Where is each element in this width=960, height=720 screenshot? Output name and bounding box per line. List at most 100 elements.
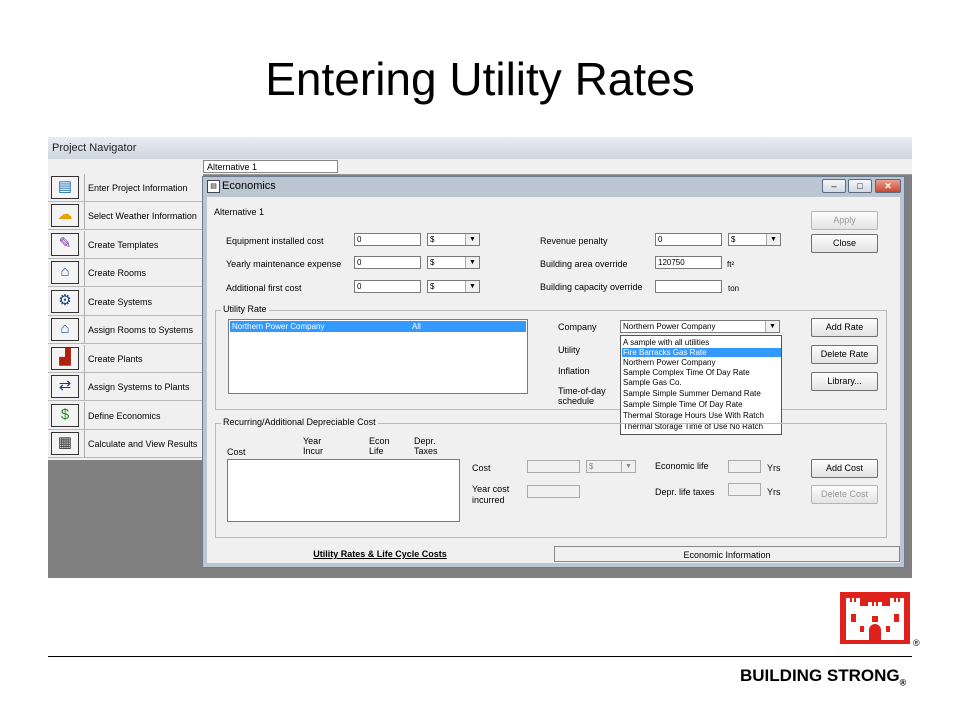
dropdown-option[interactable]: Thermal Storage Hours Use With Ratch — [622, 411, 781, 420]
sidebar-item-label: Define Economics — [88, 411, 161, 421]
delete-cost-button[interactable]: Delete Cost — [811, 485, 878, 504]
dropdown-option-highlighted[interactable]: Fire Barracks Gas Rate — [622, 348, 781, 357]
footer-divider — [48, 656, 912, 657]
sidebar-item-calculate[interactable]: ▦ Calculate and View Results — [48, 430, 203, 458]
year-cost-field[interactable] — [527, 485, 580, 498]
usace-castle-logo — [840, 592, 910, 644]
sidebar-item-label: Calculate and View Results — [88, 439, 198, 449]
delete-rate-button[interactable]: Delete Rate — [811, 345, 878, 364]
library-button[interactable]: Library... — [811, 372, 878, 391]
revenue-penalty-label: Revenue penalty — [540, 236, 608, 246]
sidebar-item-assign-rooms[interactable]: ⌂ Assign Rooms to Systems — [48, 316, 203, 344]
cost-unit-value: $ — [589, 462, 594, 471]
economics-icon: $ — [51, 404, 79, 427]
window-close-button[interactable]: ✕ — [875, 179, 901, 193]
company-value: Northern Power Company — [623, 322, 716, 331]
area-override-label: Building area override — [540, 259, 628, 269]
cost-field[interactable] — [527, 460, 580, 473]
chevron-down-icon: ▼ — [465, 234, 479, 245]
revenue-unit-value: $ — [731, 235, 736, 244]
maximize-button[interactable]: □ — [848, 179, 872, 193]
sidebar-item-label: Select Weather Information — [88, 211, 197, 221]
depr-life-unit: Yrs — [767, 487, 781, 497]
col-depr-taxes: Depr. Taxes — [414, 436, 438, 456]
alternative-label: Alternative 1 — [214, 207, 265, 217]
area-unit: ft² — [727, 260, 735, 269]
tab-economic-information[interactable]: Economic Information — [554, 546, 900, 562]
revenue-unit-select[interactable]: $ ▼ — [728, 233, 781, 246]
minimize-button[interactable]: ‒ — [822, 179, 846, 193]
chevron-down-icon: ▼ — [621, 461, 635, 472]
economic-life-field[interactable] — [728, 460, 761, 473]
dropdown-option[interactable]: Northern Power Company — [622, 358, 781, 367]
sidebar-item-label: Create Plants — [88, 354, 143, 364]
add-cost-button[interactable]: Add Cost — [811, 459, 878, 478]
sidebar-item-rooms[interactable]: ⌂ Create Rooms — [48, 259, 203, 287]
dropdown-option[interactable]: A sample with all utilities — [622, 338, 781, 347]
col-year-line1: Year — [303, 436, 322, 446]
economic-life-unit: Yrs — [767, 463, 781, 473]
calculator-icon: ▦ — [51, 432, 79, 455]
tod-label-line1: Time-of-day — [558, 386, 606, 396]
dropdown-option[interactable]: Sample Simple Time Of Day Rate — [622, 400, 781, 409]
sidebar-item-project-info[interactable]: ▤ Enter Project Information — [48, 174, 203, 202]
col-econ-line2: Life — [369, 446, 384, 456]
sidebar-item-assign-systems[interactable]: ⇄ Assign Systems to Plants — [48, 373, 203, 401]
maintenance-unit-select[interactable]: $ ▼ — [427, 256, 480, 269]
rate-name: Northern Power Company — [232, 322, 325, 331]
sidebar-item-label: Create Templates — [88, 240, 159, 250]
add-rate-button[interactable]: Add Rate — [811, 318, 878, 337]
sidebar-item-label: Assign Systems to Plants — [88, 382, 190, 392]
navigator-sidebar: ▤ Enter Project Information ☁ Select Wea… — [48, 174, 203, 460]
capacity-override-label: Building capacity override — [540, 282, 643, 292]
area-override-field[interactable]: 120750 — [655, 256, 722, 269]
assign-rooms-icon: ⌂ — [51, 318, 79, 341]
capacity-override-field[interactable] — [655, 280, 722, 293]
tab-utility-rates[interactable]: Utility Rates & Life Cycle Costs — [207, 546, 553, 563]
assign-systems-icon: ⇄ — [51, 375, 79, 398]
templates-icon: ✎ — [51, 233, 79, 256]
time-of-day-label: Time-of-day schedule — [558, 386, 606, 406]
utility-rate-group-label: Utility Rate — [221, 304, 269, 314]
equipment-unit-select[interactable]: $ ▼ — [427, 233, 480, 246]
revenue-penalty-field[interactable]: 0 — [655, 233, 722, 246]
tab-alternative-1[interactable]: Alternative 1 — [203, 160, 338, 173]
first-cost-unit-select[interactable]: $ ▼ — [427, 280, 480, 293]
economics-titlebar[interactable]: Economics — [202, 176, 905, 196]
sidebar-item-systems[interactable]: ⚙ Create Systems — [48, 288, 203, 316]
equipment-unit-value: $ — [430, 235, 435, 244]
tod-label-line2: schedule — [558, 396, 595, 406]
utility-rate-list[interactable]: Northern Power Company All — [228, 319, 528, 394]
tagline-registered-mark: ® — [899, 677, 907, 688]
sidebar-item-weather[interactable]: ☁ Select Weather Information — [48, 202, 203, 230]
depr-life-label: Depr. life taxes — [655, 487, 715, 497]
col-year-line2: Incur — [303, 446, 324, 456]
equipment-cost-field[interactable]: 0 — [354, 233, 421, 246]
col-econ-line1: Econ — [369, 436, 390, 446]
close-button[interactable]: Close — [811, 234, 878, 253]
company-dropdown-list[interactable]: A sample with all utilities Fire Barrack… — [620, 335, 782, 435]
dropdown-option[interactable]: Sample Gas Co. — [622, 378, 781, 387]
recurring-cost-list[interactable] — [227, 459, 460, 522]
economic-life-label: Economic life — [655, 461, 709, 471]
first-cost-field[interactable]: 0 — [354, 280, 421, 293]
inflation-label: Inflation — [558, 366, 590, 376]
year-cost-line1: Year cost — [472, 484, 510, 494]
chevron-down-icon: ▼ — [465, 281, 479, 292]
maintenance-field[interactable]: 0 — [354, 256, 421, 269]
list-item[interactable]: Northern Power Company All — [230, 321, 526, 332]
company-select[interactable]: Northern Power Company ▼ — [620, 320, 780, 333]
sidebar-item-economics[interactable]: $ Define Economics — [48, 402, 203, 430]
dropdown-option[interactable]: Sample Simple Summer Demand Rate — [622, 389, 781, 398]
sidebar-item-templates[interactable]: ✎ Create Templates — [48, 231, 203, 259]
depr-life-field[interactable] — [728, 483, 761, 496]
navigator-header-strip — [48, 159, 912, 175]
sidebar-item-plants[interactable]: ▟ Create Plants — [48, 345, 203, 373]
dropdown-option[interactable]: Sample Complex Time Of Day Rate — [622, 368, 781, 377]
project-navigator-title: Project Navigator — [52, 142, 137, 154]
apply-button[interactable]: Apply — [811, 211, 878, 230]
first-cost-unit-value: $ — [430, 282, 435, 291]
col-depr-line2: Taxes — [414, 446, 438, 456]
cost-unit-select[interactable]: $ ▼ — [586, 460, 636, 473]
year-cost-label: Year cost incurred — [472, 484, 509, 506]
